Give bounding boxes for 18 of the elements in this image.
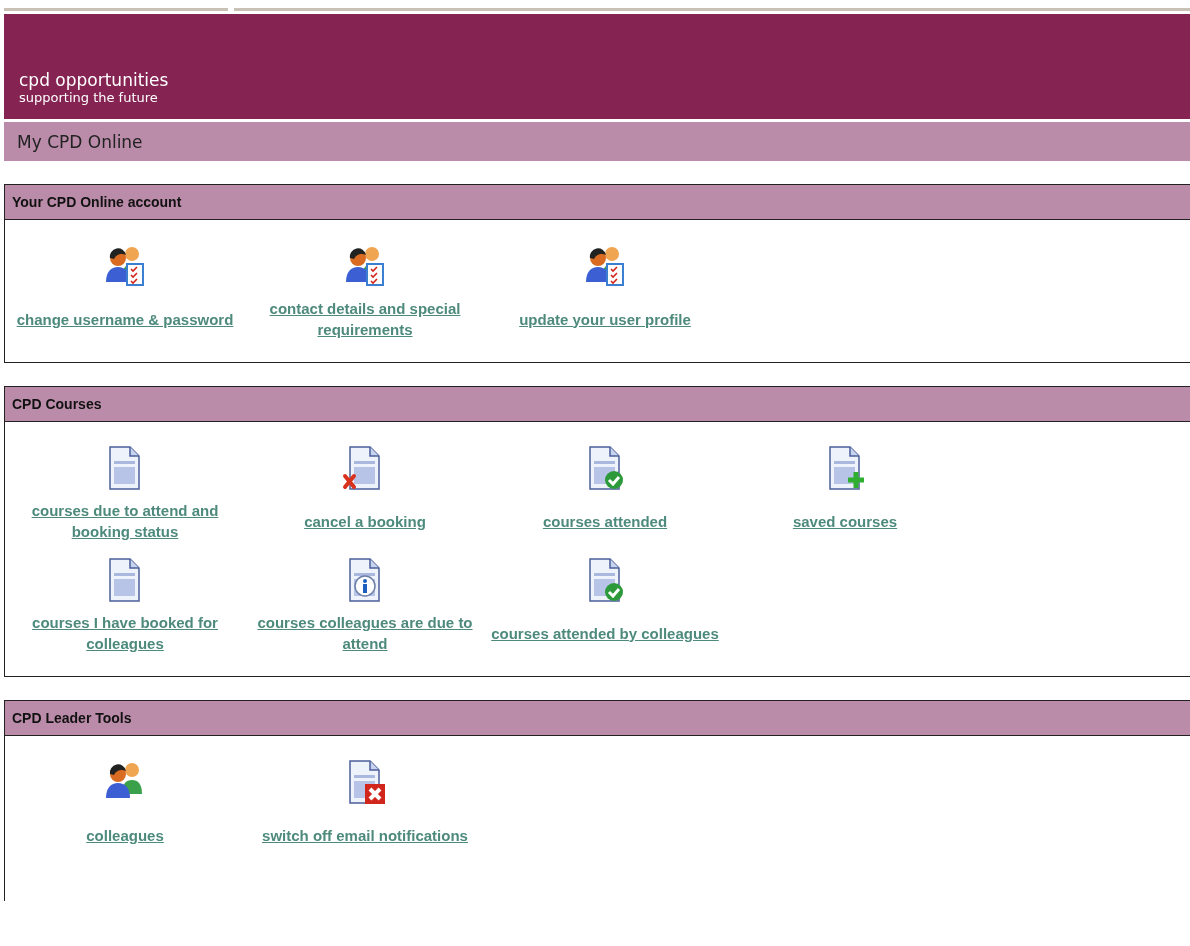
section-title: CPD Leader Tools — [12, 710, 132, 726]
link[interactable]: saved courses — [792, 500, 898, 542]
link[interactable]: update your user profile — [519, 298, 691, 340]
section-title: CPD Courses — [12, 396, 102, 412]
page-title: My CPD Online — [17, 131, 143, 152]
link[interactable]: change username & password — [16, 298, 234, 340]
link[interactable]: cancel a booking — [304, 500, 426, 542]
link[interactable]: contact details and special requirements — [249, 298, 481, 340]
site-tagline: supporting the future — [19, 90, 159, 105]
link[interactable]: courses attended — [542, 500, 668, 542]
link[interactable]: colleagues — [86, 814, 164, 856]
link[interactable]: courses colleagues are due to attend — [249, 612, 481, 654]
site-title: cpd opportunities — [19, 70, 170, 90]
link[interactable]: courses I have booked for colleagues — [9, 612, 241, 654]
link[interactable]: switch off email notifications — [262, 814, 468, 856]
link[interactable]: courses attended by colleagues — [491, 612, 719, 654]
section-title: Your CPD Online account — [12, 194, 182, 210]
link[interactable]: courses due to attend and booking status — [9, 500, 241, 542]
